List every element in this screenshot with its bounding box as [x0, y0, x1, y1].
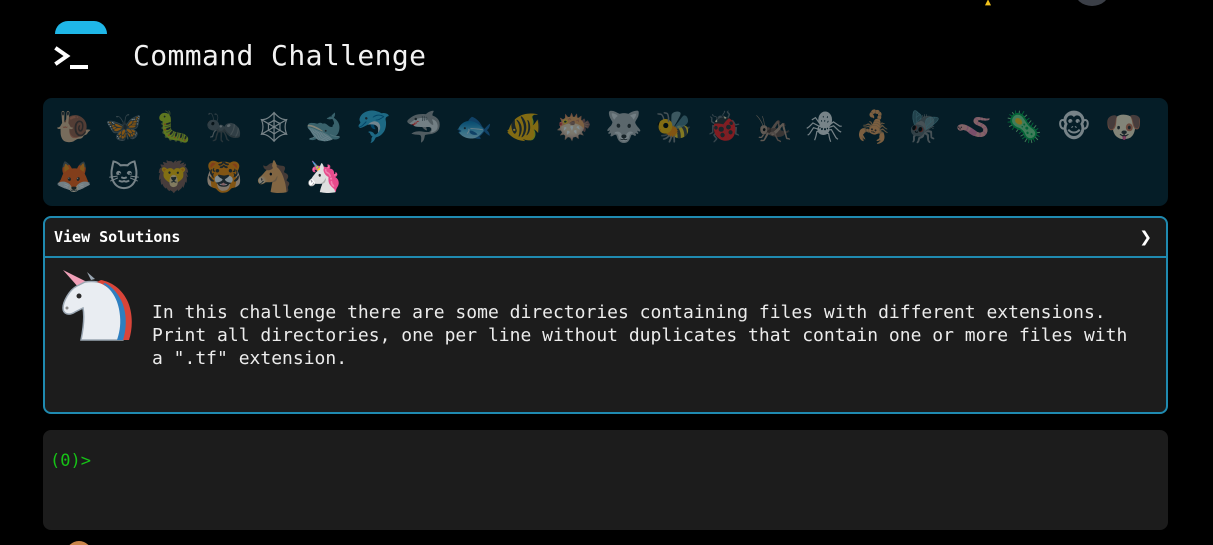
terminal-prompt: (0)>: [50, 451, 91, 471]
tiger-icon[interactable]: 🐯: [199, 153, 249, 203]
snail-icon[interactable]: 🐌: [49, 103, 99, 153]
unicorn-icon[interactable]: 🦄: [299, 153, 349, 203]
view-solutions-label: View Solutions: [54, 228, 181, 246]
dolphin-icon[interactable]: 🐬: [349, 103, 399, 153]
chevron-right-icon: ❯: [1139, 228, 1152, 246]
lion-icon[interactable]: 🦁: [149, 153, 199, 203]
butterfly-icon[interactable]: 🦋: [99, 103, 149, 153]
worm-icon[interactable]: 🪱: [949, 103, 999, 153]
challenge-description: In this challenge there are some directo…: [152, 302, 1128, 369]
caterpillar-icon[interactable]: 🐛: [149, 103, 199, 153]
view-solutions-toggle[interactable]: View Solutions ❯: [45, 218, 1166, 258]
sparkle-icon: ▲: [985, 0, 992, 6]
monkey-icon[interactable]: 🐵: [1049, 103, 1099, 153]
fox-icon[interactable]: 🦊: [49, 153, 99, 203]
solutions-panel: View Solutions ❯ In this challenge there…: [43, 216, 1168, 414]
scorpion-icon[interactable]: 🦂: [849, 103, 899, 153]
cat-icon[interactable]: 🐱: [99, 153, 149, 203]
user-avatar[interactable]: [1074, 0, 1110, 6]
spider-icon[interactable]: 🕷: [799, 103, 849, 153]
unicorn-icon: [62, 270, 132, 341]
ladybug-icon[interactable]: 🐞: [699, 103, 749, 153]
bee-icon[interactable]: 🐝: [649, 103, 699, 153]
page: ▲ Command Challenge 🐌 🦋 🐛 🐜 🕸 🐋 🐬 🦈 🐟 🐠 🐡 🐺 🐝 🐞 🦗 🕷 🦂 🪰 🪱 🦠…: [0, 0, 1213, 545]
animal-grid: 🐌 🦋 🐛 🐜 🕸 🐋 🐬 🦈 🐟 🐠 🐡 🐺 🐝 🐞 🦗 🕷 🦂 🪰 🪱 🦠 🐵 🐶 🦊 🐱 🦁 🐯 🐴 🦄: [49, 103, 1164, 203]
dog-icon[interactable]: 🐶: [1099, 103, 1149, 153]
tropical-fish-icon[interactable]: 🐠: [499, 103, 549, 153]
terminal-input[interactable]: [98, 444, 1152, 476]
challenge-animal-bar: 🐌 🦋 🐛 🐜 🕸 🐋 🐬 🦈 🐟 🐠 🐡 🐺 🐝 🐞 🦗 🕷 🦂 🪰 🪱 🦠 🐵 🐶 🦊 🐱 🦁 🐯 🐴 🦄: [43, 98, 1168, 206]
cricket-icon[interactable]: 🦗: [749, 103, 799, 153]
fly-icon[interactable]: 🪰: [899, 103, 949, 153]
fish-icon[interactable]: 🐟: [449, 103, 499, 153]
blowfish-icon[interactable]: 🐡: [549, 103, 599, 153]
page-title: Command Challenge: [133, 39, 427, 72]
logo-decoration: [55, 21, 107, 34]
terminal-icon: [54, 46, 88, 69]
shark-icon[interactable]: 🦈: [399, 103, 449, 153]
whale-icon[interactable]: 🐋: [299, 103, 349, 153]
ant-icon[interactable]: 🐜: [199, 103, 249, 153]
footer-avatar: [66, 541, 92, 545]
spider-web-icon[interactable]: 🕸: [249, 103, 299, 153]
terminal-panel: (0)>: [43, 430, 1168, 530]
microbe-icon[interactable]: 🦠: [999, 103, 1049, 153]
horse-icon[interactable]: 🐴: [249, 153, 299, 203]
wolf-icon[interactable]: 🐺: [599, 103, 649, 153]
challenge-body: In this challenge there are some directo…: [45, 258, 1166, 412]
